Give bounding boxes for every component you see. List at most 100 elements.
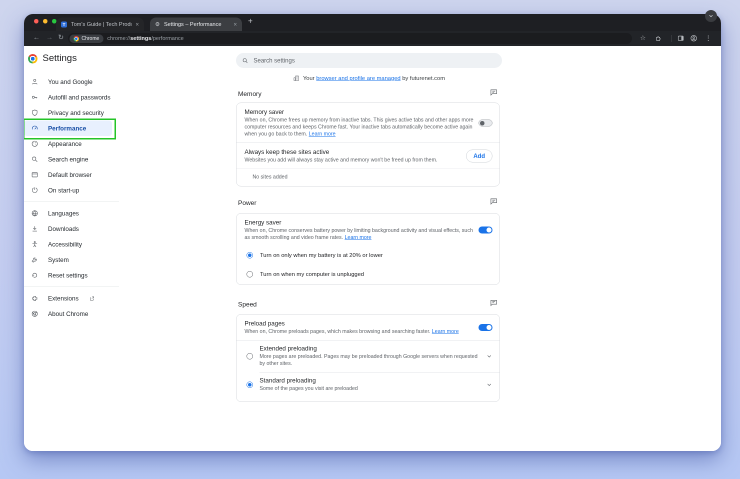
back-button[interactable]: ← — [33, 33, 40, 41]
battery-20-option-row[interactable]: Turn on only when my battery is at 20% o… — [237, 246, 500, 265]
learn-more-link[interactable]: Learn more — [309, 131, 336, 137]
sidebar-item-default-browser[interactable]: Default browser — [24, 167, 119, 183]
close-tab-icon[interactable]: × — [233, 21, 237, 28]
sidebar-item-languages[interactable]: Languages — [24, 206, 119, 222]
sidebar-item-you-and-google[interactable]: You and Google — [24, 74, 119, 90]
extended-preloading-row[interactable]: Extended preloading More pages are prelo… — [237, 340, 500, 371]
sidebar-label: Accessibility — [48, 240, 83, 248]
radio-selected-icon[interactable] — [246, 252, 253, 259]
extended-preloading-text: Extended preloading More pages are prelo… — [260, 345, 480, 367]
radio-selected-icon[interactable] — [246, 381, 253, 388]
search-icon — [242, 58, 248, 63]
sidebar-item-system[interactable]: System — [24, 252, 119, 268]
forward-button[interactable]: → — [46, 33, 53, 41]
sidebar-label: About Chrome — [48, 310, 89, 318]
enterprise-building-icon — [293, 75, 299, 81]
sidebar-item-about-chrome[interactable]: About Chrome — [24, 306, 119, 322]
address-bar[interactable]: Chrome chrome://settings/performance — [68, 33, 632, 44]
chevron-down-icon[interactable] — [486, 353, 493, 360]
standard-preloading-row[interactable]: Standard preloading Some of the pages yo… — [237, 372, 500, 396]
settings-page: Settings You and Google Autofill and pas… — [24, 46, 721, 451]
memory-saver-desc: When on, Chrome frees up memory from ina… — [245, 117, 474, 138]
search-settings-box[interactable] — [236, 53, 502, 68]
browser-window-icon — [31, 172, 38, 178]
speed-heading: Speed — [238, 300, 257, 309]
sidebar-item-autofill[interactable]: Autofill and passwords — [24, 90, 119, 106]
preload-pages-toggle[interactable] — [478, 324, 493, 332]
sidebar-item-reset-settings[interactable]: Reset settings — [24, 268, 119, 284]
chevron-down-icon[interactable] — [486, 381, 493, 388]
sidebar-label: Privacy and security — [48, 109, 104, 117]
sidebar-item-downloads[interactable]: Downloads — [24, 221, 119, 237]
sidebar-label: Search engine — [48, 155, 89, 163]
tab-title: Settings – Performance — [163, 21, 222, 28]
sidebar-item-performance[interactable]: Performance — [24, 118, 116, 140]
sidebar-item-search-engine[interactable]: Search engine — [24, 152, 119, 168]
radio-unselected-icon[interactable] — [246, 352, 253, 360]
unplugged-option-row[interactable]: Turn on when my computer is unplugged — [237, 265, 500, 284]
energy-saver-row: Energy saver When on, Chrome conserves b… — [237, 214, 500, 246]
url-host: settings — [130, 35, 152, 42]
add-site-button[interactable]: Add — [465, 149, 493, 163]
energy-saver-title: Energy saver — [244, 219, 282, 226]
browser-toolbar: ← → ↻ Chrome chrome://settings/performan… — [24, 31, 721, 46]
reload-button[interactable]: ↻ — [58, 33, 64, 42]
feedback-icon[interactable] — [490, 197, 499, 206]
no-sites-added-text: No sites added — [252, 173, 288, 180]
always-keep-sites-text: Always keep these sites active Websites … — [245, 148, 461, 163]
person-icon — [32, 78, 38, 85]
chrome-site-chip[interactable]: Chrome — [69, 34, 104, 43]
sidebar-divider — [24, 201, 119, 202]
palette-icon — [31, 140, 38, 147]
bookmark-star-icon[interactable]: ☆ — [640, 34, 646, 42]
overflow-menu-icon[interactable]: ⋮ — [705, 34, 712, 42]
sidebar-divider — [24, 286, 119, 287]
wrench-icon — [31, 257, 37, 263]
side-panel-icon[interactable] — [677, 35, 685, 43]
feedback-icon[interactable] — [490, 299, 499, 308]
external-link-icon — [90, 296, 95, 301]
toggle-knob — [486, 325, 492, 331]
sidebar-label: Extensions — [48, 294, 79, 302]
managed-link[interactable]: browser and profile are managed — [316, 75, 400, 81]
settings-main: Your browser and profile are managed by … — [236, 46, 502, 451]
chip-label: Chrome — [81, 35, 100, 42]
power-card: Energy saver When on, Chrome conserves b… — [236, 213, 500, 285]
tab-settings-performance[interactable]: ⚙ Settings – Performance × — [150, 17, 242, 31]
energy-saver-toggle[interactable] — [478, 226, 493, 234]
sidebar-item-accessibility[interactable]: Accessibility — [24, 237, 119, 253]
radio-unselected-icon[interactable] — [246, 271, 253, 278]
key-icon — [31, 95, 38, 99]
memory-saver-toggle[interactable] — [478, 119, 493, 127]
tab-title: Tom's Guide | Tech Product R — [71, 21, 131, 28]
close-tab-icon[interactable]: × — [135, 21, 139, 28]
extensions-icon[interactable] — [655, 35, 663, 43]
close-window-button[interactable] — [34, 19, 39, 24]
learn-more-link[interactable]: Learn more — [345, 234, 372, 240]
feedback-icon[interactable] — [490, 88, 499, 97]
tab-search-button[interactable] — [705, 10, 717, 22]
reset-icon — [32, 272, 38, 278]
page-title: Settings — [42, 53, 77, 64]
sidebar-item-on-startup[interactable]: On start-up — [24, 183, 119, 199]
globe-icon — [31, 210, 38, 217]
sidebar-item-extensions[interactable]: Extensions — [24, 291, 119, 307]
minimize-window-button[interactable] — [43, 19, 48, 24]
managed-notice: Your browser and profile are managed by … — [236, 75, 502, 82]
power-heading: Power — [238, 199, 257, 207]
learn-more-link[interactable]: Learn more — [432, 329, 459, 335]
always-keep-sites-row: Always keep these sites active Websites … — [237, 143, 500, 168]
toms-guide-favicon: T — [61, 21, 67, 28]
sidebar-label: Appearance — [48, 140, 82, 148]
memory-card: Memory saver When on, Chrome frees up me… — [236, 102, 500, 187]
tab-toms-guide[interactable]: T Tom's Guide | Tech Product R × — [56, 17, 144, 31]
profile-avatar-icon[interactable] — [690, 35, 698, 43]
sidebar-label: Downloads — [48, 225, 79, 233]
sidebar-label: Reset settings — [48, 271, 88, 279]
preload-pages-row: Preload pages When on, Chrome preloads p… — [237, 315, 500, 340]
url-path: /performance — [151, 35, 184, 42]
battery-20-option-label: Turn on only when my battery is at 20% o… — [260, 252, 383, 259]
new-tab-button[interactable]: + — [248, 17, 253, 26]
search-settings-input[interactable] — [252, 56, 496, 65]
desc-text: When on, Chrome frees up memory from ina… — [244, 117, 474, 137]
